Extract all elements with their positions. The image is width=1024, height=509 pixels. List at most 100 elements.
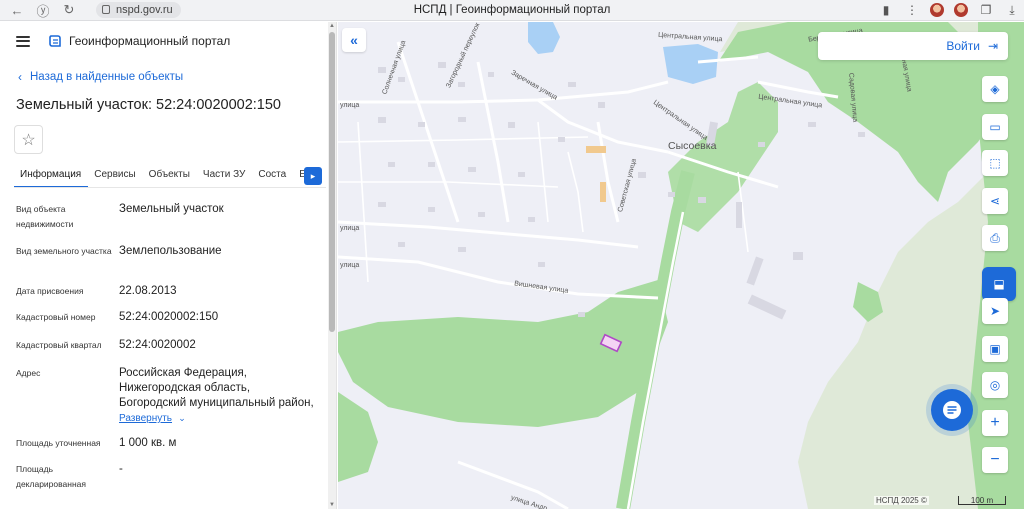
layers-icon: ◈: [990, 82, 1000, 96]
login-label: Войти: [946, 39, 980, 53]
map-style-icon: ⬓: [993, 277, 1005, 291]
map-style-button[interactable]: ⬓: [982, 267, 1016, 301]
back-to-results-link[interactable]: ‹ Назад в найденные объекты: [18, 70, 183, 84]
menu-icon[interactable]: [16, 35, 30, 47]
copy-icon[interactable]: ❐: [978, 2, 994, 18]
locate-button[interactable]: ➤: [982, 298, 1008, 324]
info-row: Вид объекта недвижимости Земельный участ…: [16, 202, 321, 244]
select-area-icon: ⬚: [989, 156, 1001, 170]
info-label: Адрес: [16, 368, 41, 378]
address-value: Российская Федерация, Нижегородская обла…: [119, 366, 321, 436]
ruler-icon: ▭: [989, 120, 1001, 134]
info-label: Вид земельного участка: [16, 246, 112, 256]
tab-information[interactable]: Информация: [14, 162, 89, 187]
map-canvas: [338, 22, 1024, 509]
expand-address-link[interactable]: Развернуть ⌄: [119, 411, 321, 426]
info-label: Дата присвоения: [16, 286, 84, 296]
info-row: Площадь декларированная -: [16, 462, 321, 494]
login-icon: ⇥: [987, 39, 998, 53]
minimap-button[interactable]: ▣: [982, 336, 1008, 362]
ruler-button[interactable]: ▭: [982, 114, 1008, 140]
map-copyright: НСПД 2025 ©: [874, 496, 929, 505]
tab-parts[interactable]: Части ЗУ: [197, 162, 252, 187]
info-label: Площадь декларированная: [16, 464, 86, 489]
object-tabs: Информация Сервисы Объекты Части ЗУ Сост…: [14, 162, 326, 188]
scroll-thumb[interactable]: [329, 32, 335, 332]
info-value: Землепользование: [119, 245, 222, 257]
address-bar[interactable]: nspd.gov.ru: [96, 2, 181, 18]
object-panel: Геоинформационный портал ‹ Назад в найде…: [0, 22, 337, 509]
chat-button[interactable]: [931, 389, 973, 431]
favorite-button[interactable]: ☆: [14, 125, 43, 154]
download-icon[interactable]: ⤓: [1004, 2, 1020, 18]
info-value: -: [119, 463, 123, 475]
portal-logo-icon: [49, 35, 61, 47]
info-row: Дата присвоения 22.08.2013: [16, 284, 321, 310]
extension-icon[interactable]: [930, 3, 944, 17]
info-row: Площадь уточненная 1 000 кв. м: [16, 436, 321, 462]
info-row: Адрес Российская Федерация, Нижегородска…: [16, 366, 321, 436]
minus-icon: −: [990, 451, 1000, 468]
map-view[interactable]: Центральная улица Центральная улица Цент…: [338, 22, 1024, 509]
app-title: Геоинформационный портал: [69, 34, 231, 48]
geolocation-button[interactable]: ◎: [982, 372, 1008, 398]
bookmark-icon[interactable]: ▮: [878, 2, 894, 18]
print-button[interactable]: ⎙: [982, 225, 1008, 251]
info-value: 52:24:0020002:150: [119, 311, 219, 323]
reload-icon[interactable]: ↻: [60, 1, 78, 19]
login-button[interactable]: Войти ⇥: [818, 32, 1008, 60]
lock-icon: [102, 5, 110, 14]
url-text: nspd.gov.ru: [116, 4, 173, 16]
share-icon: ⋖: [989, 194, 1001, 208]
info-value: 1 000 кв. м: [119, 437, 177, 449]
navigation-arrow-icon: ➤: [989, 304, 1001, 318]
info-table: Вид объекта недвижимости Земельный участ…: [16, 202, 321, 494]
info-value: 22.08.2013: [119, 285, 177, 297]
address-line: Нижегородская область,: [119, 382, 251, 394]
scroll-down-icon[interactable]: ▼: [328, 502, 336, 508]
chat-icon: [943, 401, 961, 419]
back-link-label: Назад в найденные объекты: [30, 71, 184, 83]
browser-toolbar: ← ⓨ ↻ nspd.gov.ru НСПД | Геоинформационн…: [0, 0, 1024, 21]
info-row: Вид земельного участка Землепользование: [16, 244, 321, 284]
app-header: Геоинформационный портал: [0, 22, 336, 60]
collapse-panel-button[interactable]: «: [342, 28, 366, 52]
share-button[interactable]: ⋖: [982, 188, 1008, 214]
page-title: Земельный участок: 52:24:0020002:150: [16, 97, 281, 113]
info-label: Площадь уточненная: [16, 438, 101, 448]
plus-icon: +: [990, 414, 1000, 431]
tabs-scroll-right-button[interactable]: ▸: [304, 167, 322, 185]
chevron-left-icon: ‹: [18, 70, 22, 84]
address-line: Богородский муниципальный район,: [119, 397, 314, 409]
info-label: Вид объекта недвижимости: [16, 204, 74, 229]
info-row: Кадастровый номер 52:24:0020002:150: [16, 310, 321, 338]
select-area-button[interactable]: ⬚: [982, 150, 1008, 176]
double-chevron-left-icon: «: [350, 32, 358, 48]
tab-composition[interactable]: Соста: [252, 162, 293, 187]
street-label: улица: [340, 262, 360, 269]
layers-button[interactable]: ◈: [982, 76, 1008, 102]
info-value: Земельный участок: [119, 203, 224, 215]
scroll-up-icon[interactable]: ▲: [328, 23, 336, 29]
street-label: улица: [340, 102, 360, 109]
info-label: Кадастровый номер: [16, 312, 96, 322]
zoom-out-button[interactable]: −: [982, 447, 1008, 473]
info-row: Кадастровый квартал 52:24:0020002: [16, 338, 321, 366]
tab-services[interactable]: Сервисы: [88, 162, 142, 187]
info-value: 52:24:0020002: [119, 339, 196, 351]
back-arrow-icon[interactable]: ←: [8, 1, 26, 19]
street-label: улица: [340, 225, 360, 232]
print-icon: ⎙: [990, 230, 1000, 245]
extension-icon[interactable]: [954, 3, 968, 17]
minimap-icon: ▣: [989, 342, 1001, 356]
more-icon[interactable]: ⋮: [904, 2, 920, 18]
expand-label: Развернуть: [119, 413, 173, 424]
address-line: Российская Федерация,: [119, 367, 247, 379]
chevron-down-icon: ⌄: [178, 413, 186, 423]
info-label: Кадастровый квартал: [16, 340, 102, 350]
yandex-icon[interactable]: ⓨ: [34, 1, 52, 19]
panel-scrollbar[interactable]: ▲ ▼: [328, 22, 336, 509]
zoom-in-button[interactable]: +: [982, 410, 1008, 436]
tab-objects[interactable]: Объекты: [143, 162, 197, 187]
star-icon: ☆: [21, 131, 36, 149]
